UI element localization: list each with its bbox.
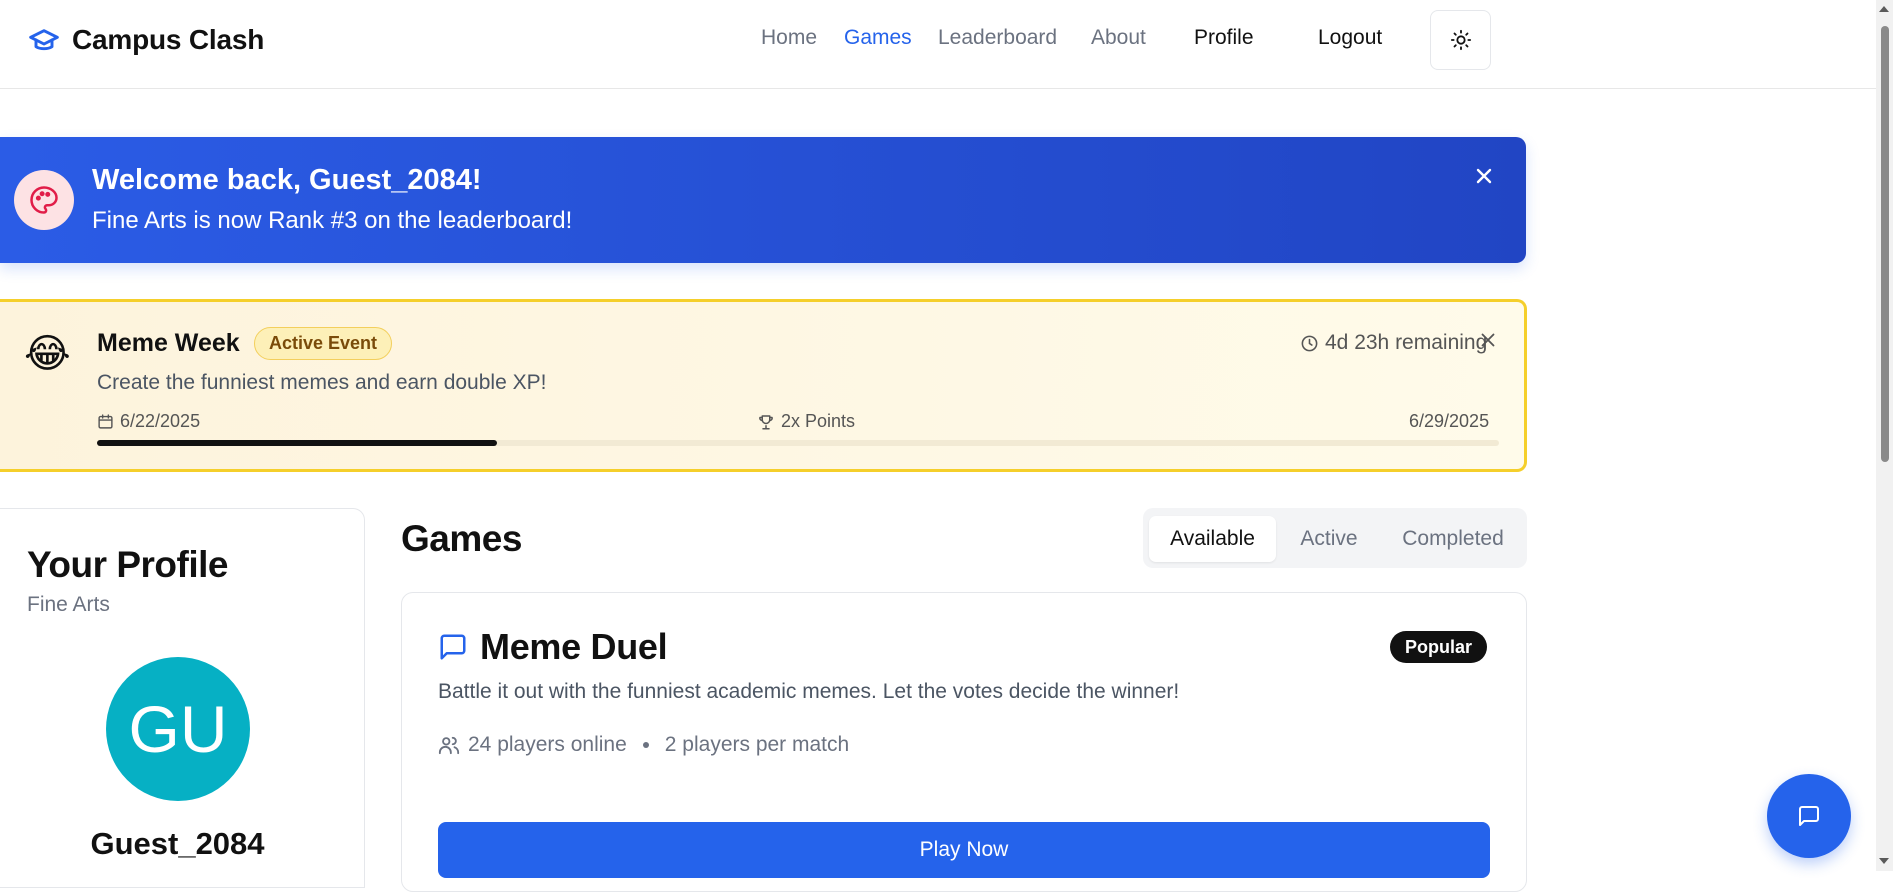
sun-icon [1450,29,1471,51]
close-icon[interactable] [1477,329,1499,351]
laughing-emoji-icon: 😂 [24,332,71,376]
players-per-match: 2 players per match [664,733,850,756]
scroll-up-arrow[interactable] [1879,6,1889,12]
nav-games[interactable]: Games [844,26,912,54]
users-icon [438,736,460,755]
welcome-banner: Welcome back, Guest_2084! Fine Arts is n… [0,137,1526,263]
profile-title: Your Profile [27,544,228,585]
players-online: 24 players online [468,733,627,756]
avatar: GU [106,657,250,801]
graduation-cap-icon [29,29,59,51]
trophy-icon [759,414,773,429]
calendar-icon [98,414,113,429]
brand[interactable]: Campus Clash [26,24,264,56]
play-now-button[interactable]: Play Now [438,822,1490,878]
welcome-avatar [14,170,74,230]
event-description: Create the funniest memes and earn doubl… [97,371,547,394]
nav-home[interactable]: Home [761,26,817,54]
event-end-date: 6/29/2025 [1409,411,1490,431]
message-square-icon [440,634,466,660]
event-bonus: 2x Points [757,411,855,432]
popular-badge: Popular [1390,631,1488,663]
event-progress-fill [97,440,497,446]
event-start-date: 6/22/2025 [120,411,201,431]
profile-username: Guest_2084 [90,826,265,861]
event-start: 6/22/2025 [97,411,200,432]
game-description: Battle it out with the funniest academic… [438,680,1180,703]
nav-leaderboard[interactable]: Leaderboard [938,26,1057,54]
profile-department: Fine Arts [27,593,110,616]
event-status-badge: Active Event [254,327,393,360]
games-tabs: Available Active Completed [1143,508,1527,568]
scrollbar-thumb[interactable] [1881,26,1889,462]
tab-completed[interactable]: Completed [1383,516,1523,562]
chat-icon [1799,806,1819,826]
welcome-title: Welcome back, Guest_2084! [92,164,482,196]
game-title: Meme Duel [480,626,668,667]
event-end: 6/29/2025 [1409,411,1489,432]
event-remaining: 4d 23h remaining [1300,331,1487,355]
nav-about[interactable]: About [1091,26,1146,54]
close-icon[interactable] [1472,164,1496,188]
clock-icon [1301,335,1318,351]
welcome-subtitle: Fine Arts is now Rank #3 on the leaderbo… [92,207,573,234]
tab-available[interactable]: Available [1149,516,1276,562]
event-title: Meme Week [97,329,240,357]
theme-toggle-button[interactable] [1430,10,1491,70]
profile-link[interactable]: Profile [1194,26,1254,54]
event-bonus-text: 2x Points [781,411,856,431]
chat-button[interactable] [1767,774,1851,858]
palette-icon [30,186,58,214]
scroll-down-arrow[interactable] [1879,858,1889,864]
separator-dot [642,742,649,748]
tab-active[interactable]: Active [1279,516,1379,562]
games-title: Games [401,518,522,559]
logout-button[interactable]: Logout [1318,26,1382,54]
event-remaining-text: 4d 23h remaining [1325,331,1488,354]
brand-name: Campus Clash [72,24,265,55]
game-stats: 24 players online 2 players per match [438,733,849,757]
